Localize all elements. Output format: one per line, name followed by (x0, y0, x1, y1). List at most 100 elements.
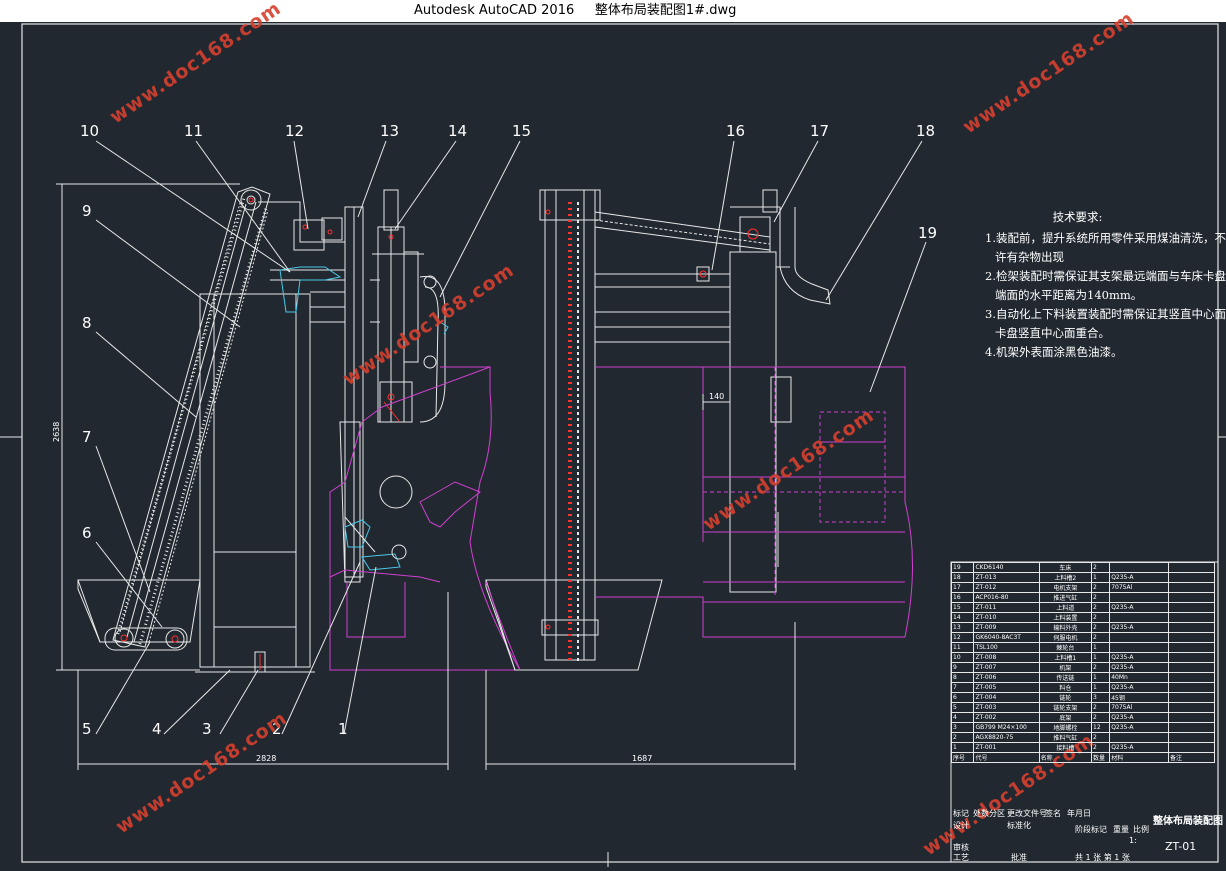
bom-cell (1109, 612, 1169, 623)
bom-cell: 9 (950, 662, 975, 673)
bom-cell: 1 (950, 742, 975, 753)
bom-cell (1109, 632, 1169, 643)
bom-cell: ZT-005 (973, 682, 1040, 693)
bom-cell: 3 (950, 722, 975, 733)
bom-cell (1167, 692, 1216, 703)
callout-15: 15 (512, 122, 531, 140)
bom-header-cell: 名称 (1038, 752, 1093, 763)
bom-cell (1167, 712, 1216, 723)
bom-row: 16 ACP016-80 推进气缸 2 (950, 592, 1216, 603)
tb-label-weight: 重量 (1113, 825, 1129, 834)
bom-cell: 机架 (1038, 662, 1093, 673)
bom-cell: ZT-004 (973, 692, 1040, 703)
bom-cell: 上料槽2 (1038, 572, 1093, 583)
lathe-outline-left (329, 366, 521, 671)
bill-of-materials: 19 CKD6140 车床 2 18 ZT-013 上料槽2 1 Q235-A 17 ZT-012 电… (950, 562, 1216, 763)
bom-cell: 输料外壳 (1038, 622, 1093, 633)
window-title: Autodesk AutoCAD 2016 整体布局装配图1#.dwg (414, 3, 737, 18)
tb-label-process: 工艺 (953, 853, 969, 862)
bom-cell: Q235-A (1109, 712, 1169, 723)
tb-sheet-count: 共 1 张 第 1 张 (1075, 853, 1130, 862)
bom-cell (1167, 622, 1216, 633)
drawing-code: ZT-01 (1165, 840, 1197, 853)
bom-cell: 2 (950, 732, 975, 743)
bom-cell: 1 (1091, 672, 1111, 683)
bom-row: 9 ZT-007 机架 2 Q235-A (950, 662, 1216, 673)
callout-16: 16 (726, 122, 745, 140)
tech-line: 3.自动化上下料装置装配时需保证其竖直中心面与 (985, 307, 1226, 321)
dim-140-label: 140 (709, 392, 724, 401)
bom-cell: TSL100 (973, 642, 1040, 653)
callout-14: 14 (448, 122, 467, 140)
bom-cell: Q235-A (1109, 722, 1169, 733)
bom-row: 8 ZT-006 传送链 1 40Mn (950, 672, 1216, 683)
tb-label-approve: 批准 (1011, 853, 1027, 862)
tb-label-count: 处数 (973, 809, 989, 818)
callout-12: 12 (285, 122, 304, 140)
leader-lines (95, 140, 927, 735)
bom-cell: Q235-A (1109, 742, 1169, 753)
bom-header-cell: 序号 (950, 752, 975, 763)
title-block: 标记 处数 分区 更改文件号 签名 年月日 设计 标准化 阶段标记 重量 比例 … (951, 782, 1223, 862)
callout-10: 10 (80, 122, 99, 140)
bom-cell: 2 (1091, 622, 1111, 633)
chain-links-2 (138, 207, 268, 645)
cyan-details (279, 266, 449, 571)
bom-cell (1167, 672, 1216, 683)
tb-label-stage: 阶段标记 (1075, 825, 1107, 834)
left-assembly (77, 186, 446, 673)
bom-cell (1167, 572, 1216, 583)
bom-cell: ZT-013 (973, 572, 1040, 583)
bom-cell: 上料道 (1038, 602, 1093, 613)
callout-numbers: 10 11 12 13 14 15 9 8 7 6 5 4 3 2 1 16 1… (80, 122, 937, 738)
bom-cell: 11 (950, 642, 975, 653)
callout-13: 13 (380, 122, 399, 140)
bom-cell: 16 (950, 592, 975, 603)
bom-cell: 2 (1091, 732, 1111, 743)
bom-cell: 45钢 (1109, 692, 1169, 703)
bom-header-cell: 代号 (973, 752, 1040, 763)
bom-cell: 10 (950, 652, 975, 663)
bom-cell: AGX8820-75 (973, 732, 1040, 743)
tb-label-zone: 分区 (989, 809, 1005, 818)
bom-cell: 2 (1091, 662, 1111, 673)
bom-cell (1167, 562, 1216, 573)
bom-cell: 推料气缸 (1038, 732, 1093, 743)
chuck-circle (391, 544, 407, 560)
bom-cell (1167, 642, 1216, 653)
bom-cell: 2 (1091, 602, 1111, 613)
title-bar: Autodesk AutoCAD 2016 整体布局装配图1#.dwg (0, 0, 1226, 22)
bom-row: 11 TSL100 棘轮台 1 (950, 642, 1216, 653)
bom-cell: 14 (950, 612, 975, 623)
bom-cell: 2 (1091, 582, 1111, 593)
callout-19: 19 (918, 224, 937, 242)
bom-row: 5 ZT-003 链轮支架 2 7075Al (950, 702, 1216, 713)
bom-cell (1109, 592, 1169, 603)
bom-cell: ZT-010 (973, 612, 1040, 623)
bom-row: 15 ZT-011 上料道 2 Q235-A (950, 602, 1216, 613)
tb-label-scale: 比例 (1133, 825, 1149, 834)
bom-cell: 电机支架 (1038, 582, 1093, 593)
bom-cell: 上料装置 (1038, 612, 1093, 623)
bom-row: 3 GB799 M24×100 地脚螺栓 12 Q235-A (950, 722, 1216, 733)
tech-heading: 技术要求: (1052, 210, 1103, 224)
tech-line: 许有杂物出现 (995, 250, 1064, 264)
bom-cell: 1 (1091, 652, 1111, 663)
tech-line: 2.检架装配时需保证其支架最远端面与车床卡盘侧 (985, 269, 1226, 283)
bom-cell: Q235-A (1109, 602, 1169, 613)
callout-5: 5 (82, 720, 92, 738)
bom-cell (1167, 682, 1216, 693)
bom-cell: 19 (950, 562, 975, 573)
bom-row: 13 ZT-009 输料外壳 2 Q235-A (950, 622, 1216, 633)
bom-cell: ZT-011 (973, 602, 1040, 613)
bom-cell: 2 (1091, 742, 1111, 753)
bom-cell (1167, 742, 1216, 753)
bom-cell: 18 (950, 572, 975, 583)
technical-requirements: 技术要求: 1.装配前，提升系统所用零件采用煤油清洗，不允 许有杂物出现 2.检… (985, 208, 1226, 362)
bom-cell: 2 (1091, 612, 1111, 623)
bom-cell: 17 (950, 582, 975, 593)
callout-7: 7 (82, 428, 92, 446)
bom-cell: 伺服电机 (1038, 632, 1093, 643)
tb-label-design: 设计 (953, 821, 969, 830)
tb-label-standard: 标准化 (1007, 821, 1031, 830)
